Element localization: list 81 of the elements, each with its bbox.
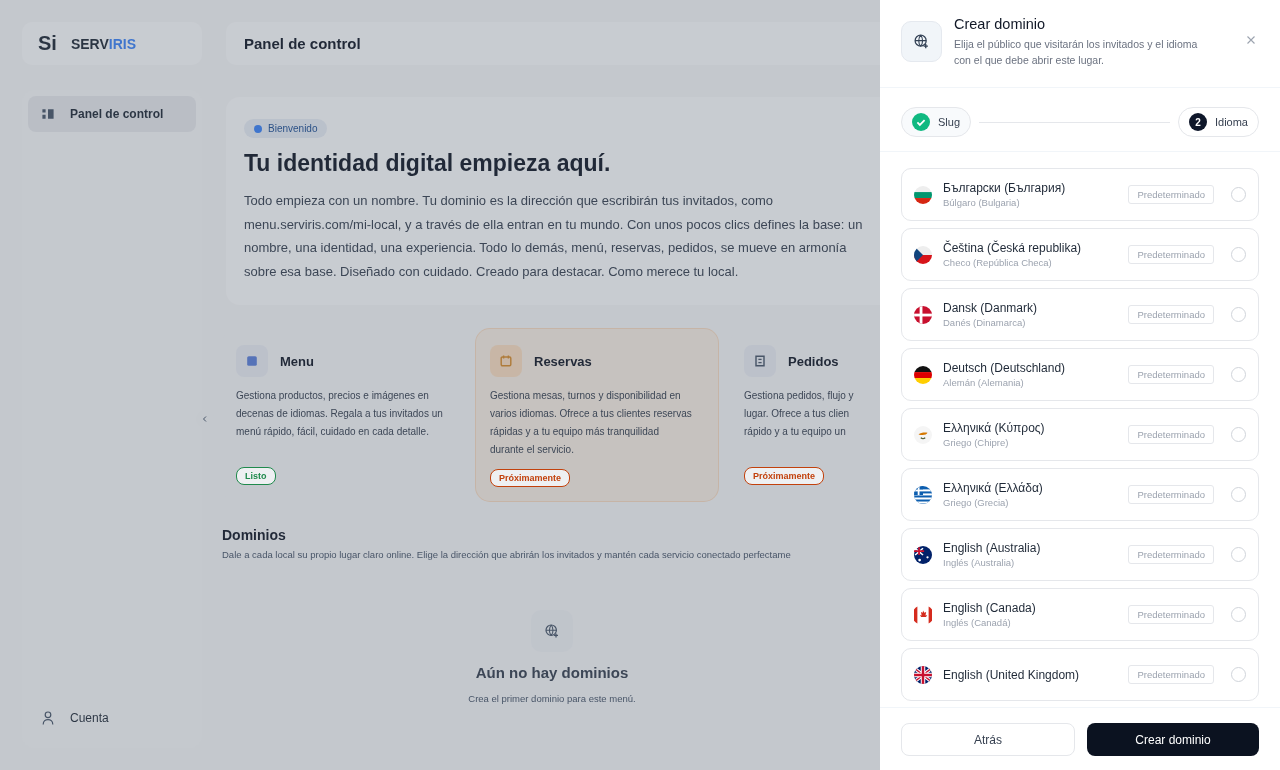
language-name: Ελληνικά (Κύπρος) [943,421,1046,435]
square-icon [244,353,260,369]
language-option[interactable]: English (United Kingdom) Predeterminado [901,648,1259,701]
flag-icon [914,485,932,504]
language-name: English (United Kingdom) [943,667,1081,682]
language-option[interactable]: Ελληνικά (Ελλάδα) Griego (Grecia) Predeterminado [901,468,1259,521]
flag-icon [914,665,932,684]
flag-icon [914,605,932,624]
default-tag: Predeterminado [1128,485,1214,504]
page-title: Panel de control [244,35,361,52]
status-badge: Listo [236,467,276,485]
back-button[interactable]: Atrás [901,723,1075,756]
default-tag: Predeterminado [1128,365,1214,384]
language-name: English (Canada) [943,601,1037,615]
default-tag: Predeterminado [1128,425,1214,444]
language-name: Čeština (Česká republika) [943,241,1083,255]
welcome-badge: Bienvenido [244,119,328,138]
globe-icon [544,623,560,639]
person-icon [40,710,56,726]
account-item[interactable]: Cuenta [28,694,196,742]
language-translation: Griego (Chipre) [943,437,1010,448]
feature-description: Gestiona pedidos, flujo y lugar. Ofrece a tus clien rápido y a tu equipo un [744,389,855,439]
create-button[interactable]: Crear dominio [1087,723,1259,756]
hero-title: Tu identidad digital empieza aquí. [244,150,611,177]
language-option[interactable]: Deutsch (Deutschland) Alemán (Alemania) Predeterminado [901,348,1259,401]
language-translation: Checo (República Checa) [943,257,1053,268]
default-tag: Predeterminado [1128,665,1214,684]
default-tag: Predeterminado [1128,545,1214,564]
default-tag: Predeterminado [1128,185,1214,204]
language-option[interactable]: English (Australia) Inglés (Australia) Predeterminado [901,528,1259,581]
language-option[interactable]: English (Canada) Inglés (Canadá) Predeterminado [901,588,1259,641]
feature-description: Gestiona productos, precios e imágenes en decenas de idiomas. Regala a tus invitados un menú rápido, fácil, cuidado en cada detalle. [236,389,444,439]
language-option[interactable]: Ελληνικά (Κύπρος) Griego (Chipre) Predeterminado [901,408,1259,461]
status-badge: Próximamente [744,467,825,485]
hero-text: Todo empieza con un nombre. Tu dominio es la dirección que escribirán tus invitados, como menu.serviris.com/mi-local, y a través de ella entran en tu mundo. Con unos pocos clics defines la base: un nombre, una identidad, una experiencia. Todo lo demás, menú, reservas, pedidos, se mueve en armonía sobre esa base. Diseñado con cuidado. Creado para destacar. Como merece tu local. [244,192,864,281]
step-number: 2 [1188,113,1207,131]
section-title: Dominios [222,527,286,543]
language-name: Ελληνικά (Ελλάδα) [943,481,1044,495]
default-tag: Predeterminado [1128,245,1214,264]
step-pill[interactable]: Slug [901,107,972,137]
language-translation: Alemán (Alemania) [943,377,1025,388]
drawer-title: Crear dominio [954,16,1047,32]
feature-card[interactable]: Reservas Gestiona mesas, turnos y disponibilidad en varios idiomas. Ofrece a tus clientes reservas rápidas y a tu equipo más tranquilidad durante el servicio. Próximamente [476,329,718,501]
language-name: Dansk (Danmark) [943,301,1039,315]
status-badge: Próximamente [490,469,571,487]
language-option[interactable]: Čeština (Česká republika) Checo (República Checa) Predeterminado [901,228,1259,281]
language-translation: Griego (Grecia) [943,497,1010,508]
feature-title: Menu [280,353,314,369]
flag-icon [914,425,932,444]
calendar-icon [498,353,514,369]
language-name: Български (България) [943,181,1067,195]
feature-title: Pedidos [788,353,839,369]
flag-icon [914,245,932,264]
flag-icon [914,185,932,204]
default-tag: Predeterminado [1128,305,1214,324]
flag-icon [914,365,932,384]
globe-icon [913,33,930,50]
list-icon [752,353,768,369]
language-translation: Danés (Dinamarca) [943,317,1027,328]
default-tag: Predeterminado [1128,605,1214,624]
check-icon [912,113,930,131]
flag-icon [914,545,932,564]
language-translation: Inglés (Australia) [943,557,1016,568]
sidebar-item[interactable]: Panel de control [28,96,196,132]
empty-text: Crea el primer dominio para este menú. [468,693,636,704]
step-pill[interactable]: 2 Idioma [1177,107,1259,137]
logo-text: SERVIRIS [70,35,136,52]
logo-mark: Si [38,32,57,55]
language-option[interactable]: Dansk (Danmark) Danés (Dinamarca) Predeterminado [901,288,1259,341]
language-option[interactable]: Български (България) Búlgaro (Bulgaria) Predeterminado [901,168,1259,221]
feature-title: Reservas [534,353,592,369]
grid-icon [40,106,56,122]
drawer-subtitle: Elija el público que visitarán los invitados y el idioma con el que debe abrir este lugar. [954,37,1199,68]
flag-icon [914,305,932,324]
language-translation: Inglés (Canadá) [943,617,1012,628]
language-translation: Búlgaro (Bulgaria) [943,197,1021,208]
language-name: English (Australia) [943,541,1042,555]
feature-description: Gestiona mesas, turnos y disponibilidad en varios idiomas. Ofrece a tus clientes reservas rápidas y a tu equipo más tranquilidad durante el servicio. [490,389,693,457]
empty-title: Aún no hay dominios [475,664,629,681]
language-name: Deutsch (Deutschland) [943,361,1067,375]
section-subtitle: Dale a cada local su propio lugar claro online. Elige la dirección que abrirán los invitados y mantén cada servicio conectado perfectame [222,549,791,560]
